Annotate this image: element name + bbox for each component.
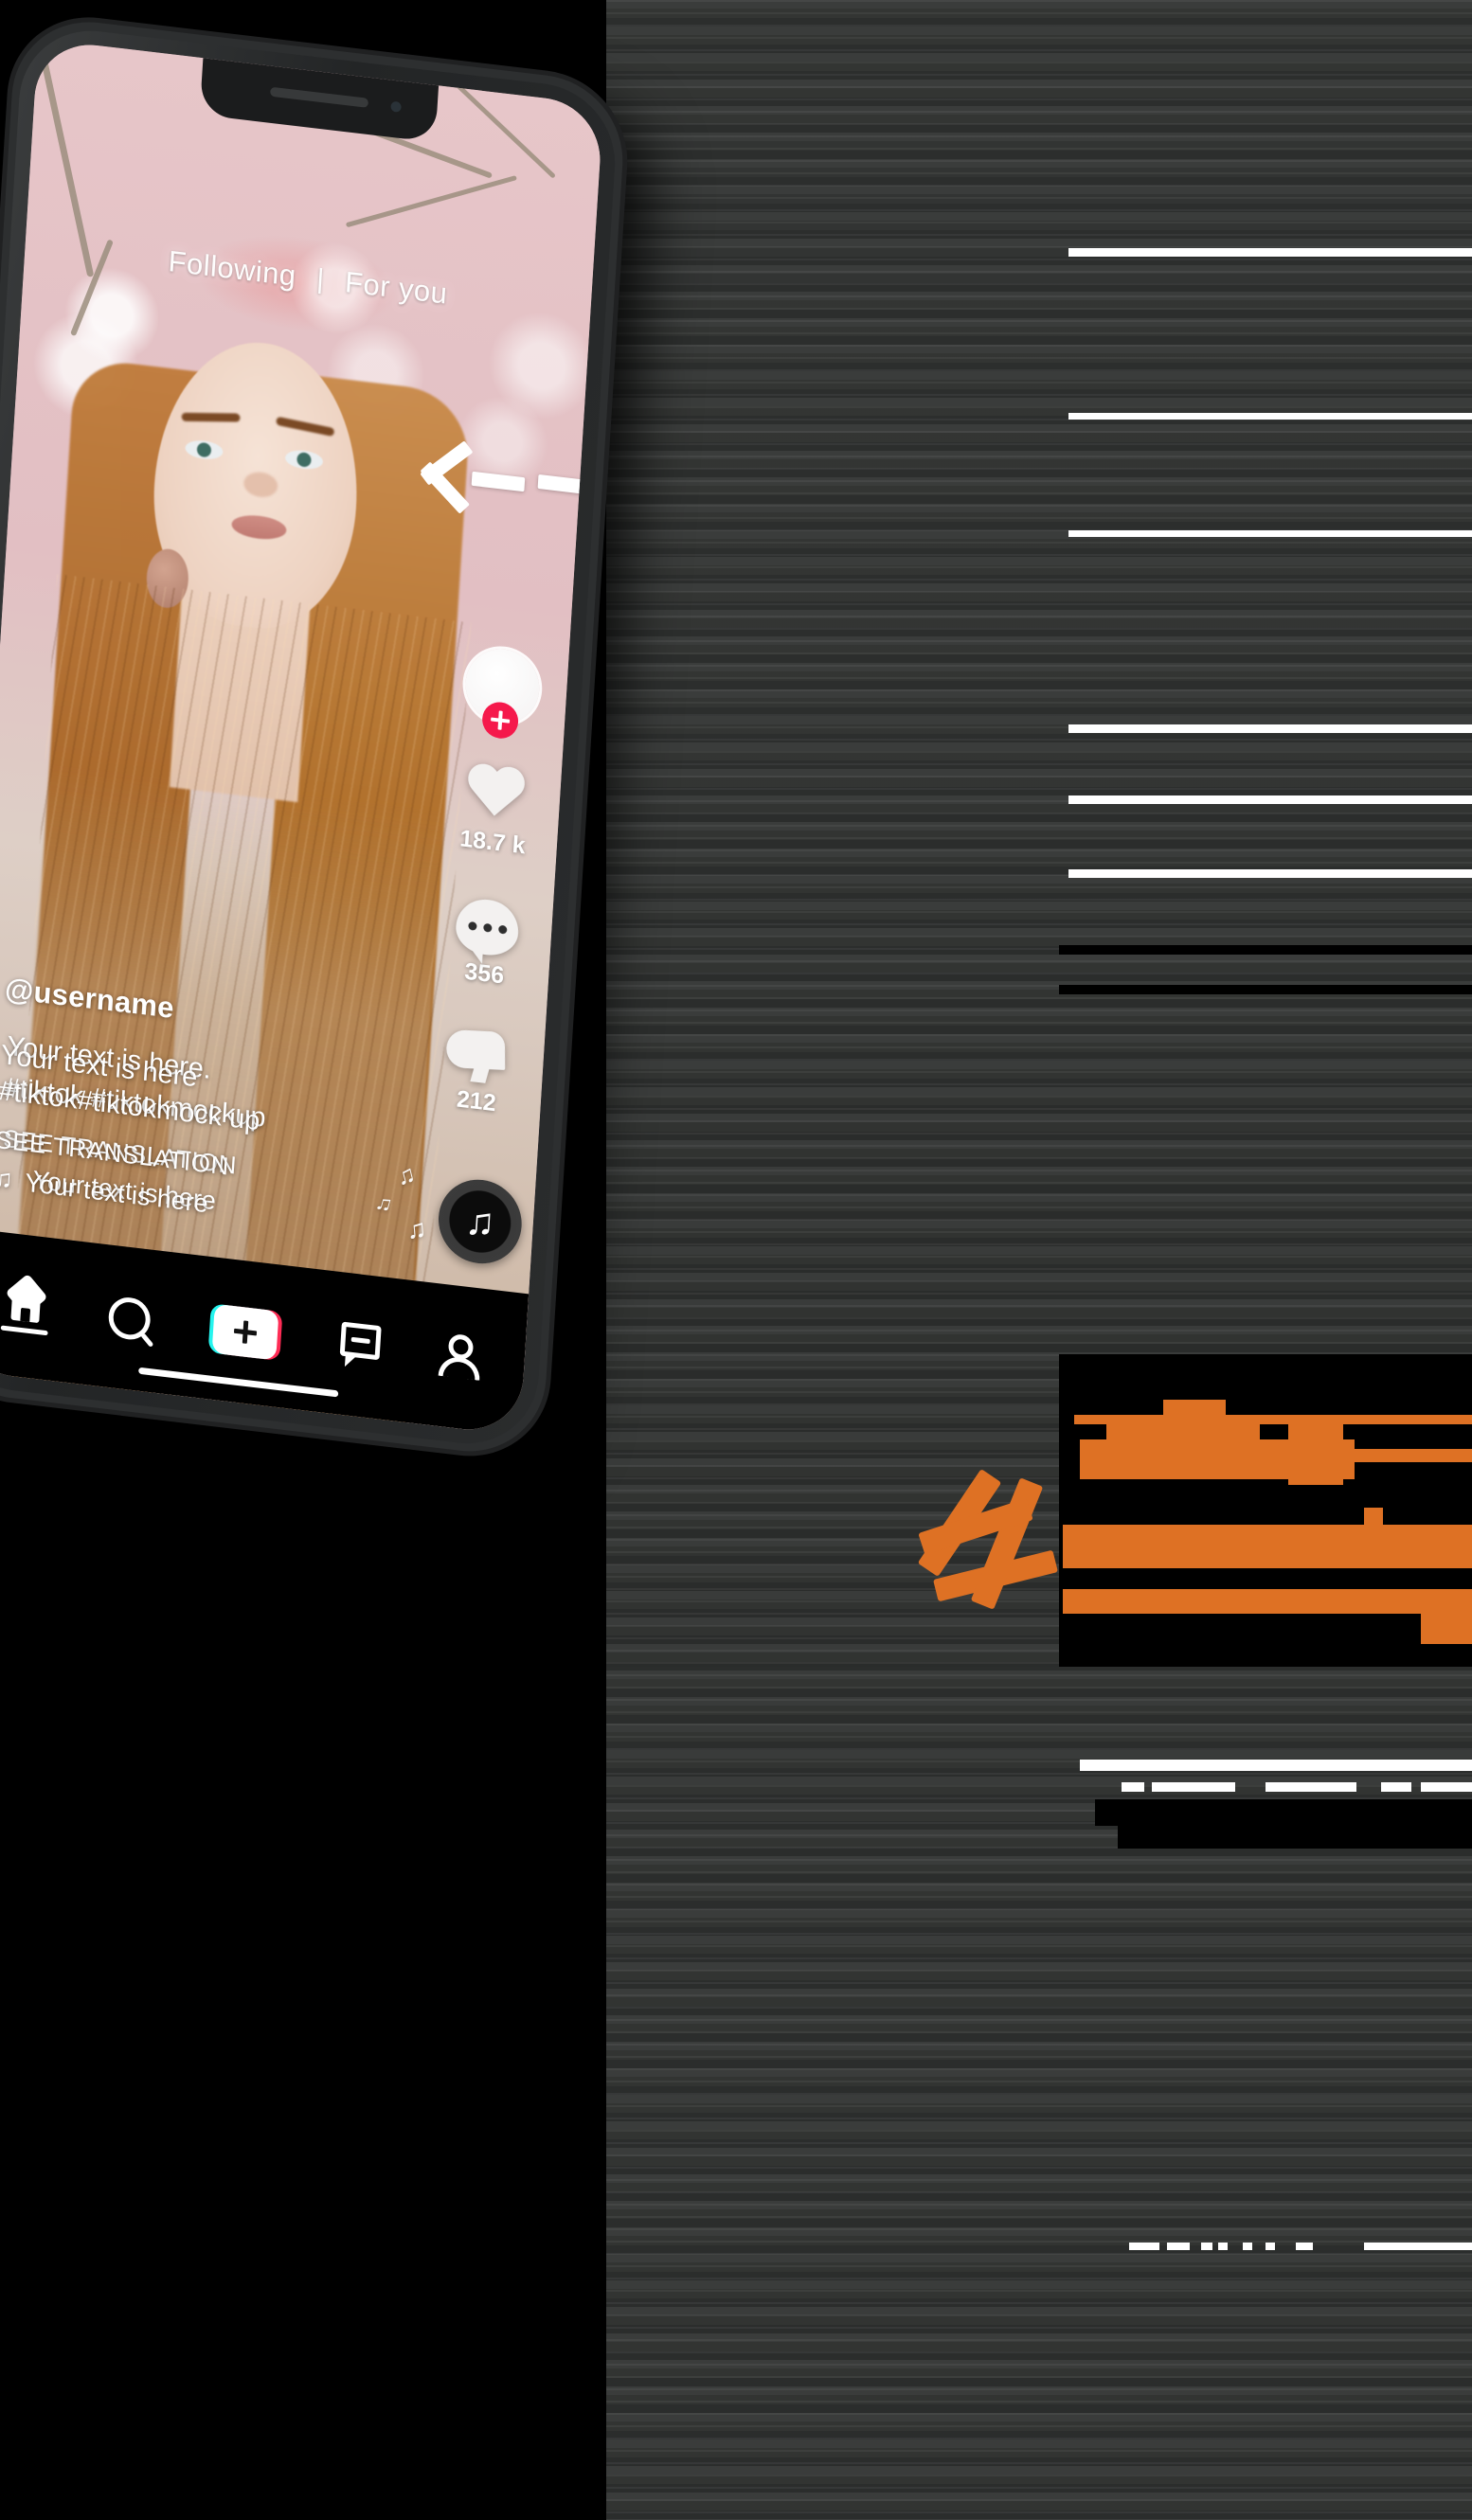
nav-item-discover[interactable] — [107, 1295, 152, 1342]
orange-annotation — [1063, 1589, 1472, 1614]
nav-item-inbox[interactable] — [339, 1321, 382, 1370]
follow-plus-badge[interactable] — [481, 700, 520, 741]
caption-text-overlapping: Your text is here. Your text is here #ti… — [0, 1027, 445, 1240]
tiktok-ui-overlay: Following | For you 18.7 k 356 212 ♫ ♫ ♫… — [0, 39, 603, 1437]
artifact-bar — [1129, 2243, 1159, 2250]
artifact-bar — [1068, 795, 1472, 804]
comment-bubble-icon[interactable] — [454, 896, 521, 964]
tab-following[interactable]: Following — [168, 244, 297, 294]
orange-annotation — [1063, 1525, 1472, 1568]
artifact-bar — [1068, 413, 1472, 420]
artifact-bar — [1218, 2243, 1228, 2250]
person-icon[interactable] — [438, 1332, 483, 1383]
artifact-bar — [1266, 2243, 1275, 2250]
orange-annotation — [1330, 1449, 1472, 1462]
search-icon[interactable] — [107, 1295, 152, 1342]
artifact-bar — [1068, 530, 1472, 537]
artifact-bar — [1243, 2243, 1252, 2250]
background-smear-stripes — [606, 0, 1472, 2520]
music-disc-button[interactable]: ♫ — [436, 1174, 525, 1269]
orange-annotation — [1421, 1610, 1472, 1644]
orange-annotation — [1364, 1508, 1383, 1536]
artifact-bar — [1118, 1799, 1472, 1849]
phone-screen: Following | For you 18.7 k 356 212 ♫ ♫ ♫… — [0, 38, 604, 1437]
phone-mockup: Following | For you 18.7 k 356 212 ♫ ♫ ♫… — [0, 13, 638, 1466]
share-arrow-icon[interactable] — [444, 1028, 513, 1086]
music-note-icon: ♫ — [463, 1197, 497, 1245]
inbox-icon[interactable] — [339, 1321, 382, 1370]
comment-action[interactable]: 356 — [453, 896, 521, 992]
screenshot-canvas: Following | For you 18.7 k 356 212 ♫ ♫ ♫… — [0, 0, 1472, 2520]
artifact-block — [1059, 1354, 1472, 1667]
profile-avatar[interactable] — [463, 645, 542, 741]
artifact-bar — [1167, 2243, 1190, 2250]
feed-tabs: Following | For you — [25, 227, 592, 328]
tab-for-you[interactable]: For you — [344, 265, 448, 312]
artifact-bar — [1068, 248, 1472, 257]
artifact-bar — [1122, 1782, 1144, 1792]
caption-block: @username Your text is here. Your text i… — [0, 972, 449, 1239]
nav-item-create[interactable] — [207, 1303, 283, 1362]
artifact-bar — [1381, 1782, 1411, 1792]
share-count: 212 — [456, 1085, 497, 1117]
artifact-bar — [1080, 1760, 1472, 1771]
artifact-bar — [1421, 1782, 1472, 1792]
artifact-bar — [1201, 2243, 1212, 2250]
home-active-underline — [0, 1325, 48, 1336]
artifact-bar — [1068, 869, 1472, 878]
plus-icon[interactable] — [207, 1303, 283, 1362]
artifact-bar — [1059, 985, 1472, 994]
artifact-bar — [1364, 2243, 1472, 2250]
artifact-bar — [1266, 1782, 1356, 1792]
tab-separator: | — [315, 263, 326, 295]
home-icon[interactable] — [2, 1273, 50, 1325]
artifact-bar — [1068, 724, 1472, 733]
artifact-bar — [1059, 945, 1472, 955]
like-count: 18.7 k — [458, 825, 527, 860]
nav-item-home[interactable] — [0, 1273, 50, 1336]
orange-annotation — [1163, 1400, 1226, 1415]
like-action[interactable]: 18.7 k — [459, 762, 530, 860]
artifact-bar — [1152, 1782, 1235, 1792]
share-action[interactable]: 212 — [442, 1028, 513, 1119]
heart-icon[interactable] — [462, 763, 528, 828]
comment-count: 356 — [463, 957, 505, 990]
dashed-left-arrow-icon — [420, 438, 598, 521]
artifact-bar — [1296, 2243, 1313, 2250]
nav-item-profile[interactable] — [438, 1332, 483, 1383]
music-note-icon: ♫ — [0, 1162, 14, 1195]
